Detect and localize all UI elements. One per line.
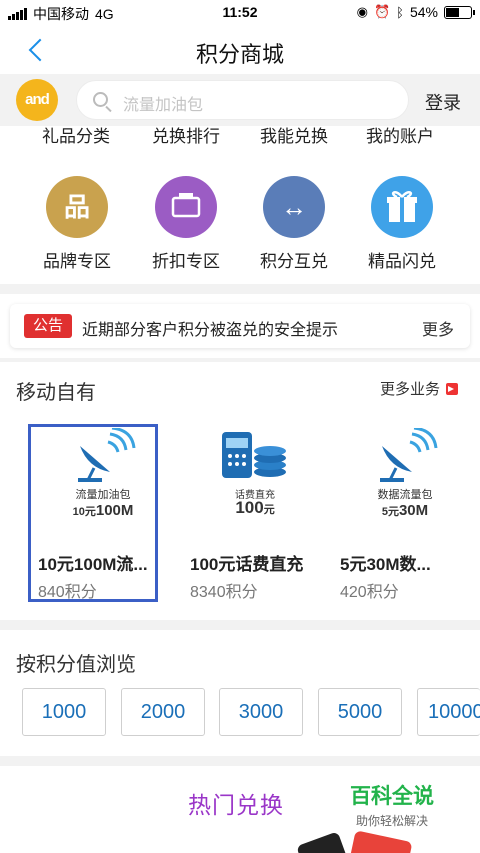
product-price-small: 5元: [381, 506, 399, 518]
section-title: 移动自有: [16, 382, 96, 404]
and-logo: and: [16, 79, 58, 121]
search-icon: [93, 92, 108, 107]
selection-highlight: [28, 424, 158, 602]
arrow-right-icon: [446, 383, 458, 395]
notice-bar[interactable]: 公告 近期部分客户积分被盗兑的安全提示 更多: [10, 304, 470, 348]
points-chip-1000[interactable]: 1000: [22, 688, 106, 736]
section-title: 热门兑换: [188, 792, 284, 818]
product-name: 100元话费直充: [190, 555, 304, 574]
satellite-dish-icon: [380, 428, 438, 482]
points-chip-2000[interactable]: 2000: [121, 688, 205, 736]
page-title: 积分商城: [195, 42, 284, 67]
menu-can-redeem[interactable]: 我能兑换: [260, 126, 328, 147]
menu-ranking[interactable]: 兑换排行: [152, 126, 220, 147]
product-card[interactable]: 话费直充 100元 100元话费直充 8340积分: [190, 424, 320, 601]
more-services-link[interactable]: 更多业务: [380, 378, 458, 399]
notice-tag: 公告: [24, 314, 72, 338]
category-label: 积分互兑: [260, 252, 328, 271]
hot-section: 热门兑换 百科全说 助你轻松解决: [0, 766, 480, 853]
brand-icon: 品: [46, 176, 108, 238]
product-image: 数据流量包 5元30M: [340, 424, 470, 524]
status-bar: 中国移动 4G 11:52 ◉ ⏰ ᛒ 54%: [0, 0, 480, 26]
category-exchange[interactable]: ↔ 积分互兑: [244, 176, 344, 272]
category-discount[interactable]: 折扣专区: [136, 176, 236, 272]
category-flash[interactable]: 精品闪兑: [352, 176, 452, 272]
watermark-logo: 百科全说 助你轻松解决: [338, 770, 456, 834]
menu-panel: 礼品分类 兑换排行 我能兑换 我的账户 品 品牌专区 折扣专区 ↔ 积分互兑 精…: [0, 126, 480, 284]
product-price-small: 元: [263, 504, 275, 516]
watermark-main: 百科全说: [350, 785, 434, 808]
more-services-label: 更多业务: [379, 381, 440, 398]
watermark-sub: 助你轻松解决: [356, 814, 429, 828]
product-thumbnail[interactable]: [296, 831, 348, 853]
notice-section: 公告 近期部分客户积分被盗兑的安全提示 更多: [0, 294, 480, 358]
product-value: 30M: [398, 502, 429, 519]
search-placeholder: 流量加油包: [123, 97, 204, 114]
login-button[interactable]: 登录: [425, 89, 461, 115]
gift-icon: [371, 176, 433, 238]
category-label: 品牌专区: [43, 252, 111, 271]
product-caption: 数据流量包: [377, 489, 433, 501]
points-chip-5000[interactable]: 5000: [318, 688, 402, 736]
exchange-icon: ↔: [263, 176, 325, 238]
category-label: 折扣专区: [152, 252, 220, 271]
notice-text[interactable]: 近期部分客户积分被盗兑的安全提示: [82, 316, 338, 340]
battery-percent: 54%: [409, 4, 438, 20]
bluetooth-icon: ᛒ: [396, 4, 404, 20]
product-points: 8340积分: [190, 584, 258, 601]
discount-icon: [155, 176, 217, 238]
phone-coins-icon: [222, 432, 286, 478]
browse-section: 按积分值浏览 1000 2000 3000 5000 10000: [0, 630, 480, 756]
product-value: 100: [235, 498, 264, 517]
search-row: and 流量加油包 登录: [0, 74, 480, 126]
section-title: 按积分值浏览: [16, 654, 136, 676]
menu-gift-categories[interactable]: 礼品分类: [42, 126, 110, 147]
notice-more-link[interactable]: 更多: [422, 316, 454, 340]
category-label: 精品闪兑: [368, 252, 436, 271]
points-chip-3000[interactable]: 3000: [219, 688, 303, 736]
product-name: 5元30M数...: [340, 555, 431, 574]
lock-rotation-icon: ◉: [356, 4, 368, 19]
search-input[interactable]: 流量加油包: [76, 80, 409, 120]
product-image: 话费直充 100元: [190, 424, 320, 524]
product-card[interactable]: 数据流量包 5元30M 5元30M数... 420积分: [340, 424, 470, 601]
product-points: 420积分: [340, 584, 399, 601]
alarm-icon: ⏰: [373, 4, 391, 19]
battery-icon: [444, 5, 475, 19]
nav-bar: 积分商城: [0, 26, 480, 74]
menu-my-account[interactable]: 我的账户: [366, 126, 434, 147]
category-brand[interactable]: 品 品牌专区: [27, 176, 127, 272]
points-chip-10000[interactable]: 10000: [417, 688, 480, 736]
